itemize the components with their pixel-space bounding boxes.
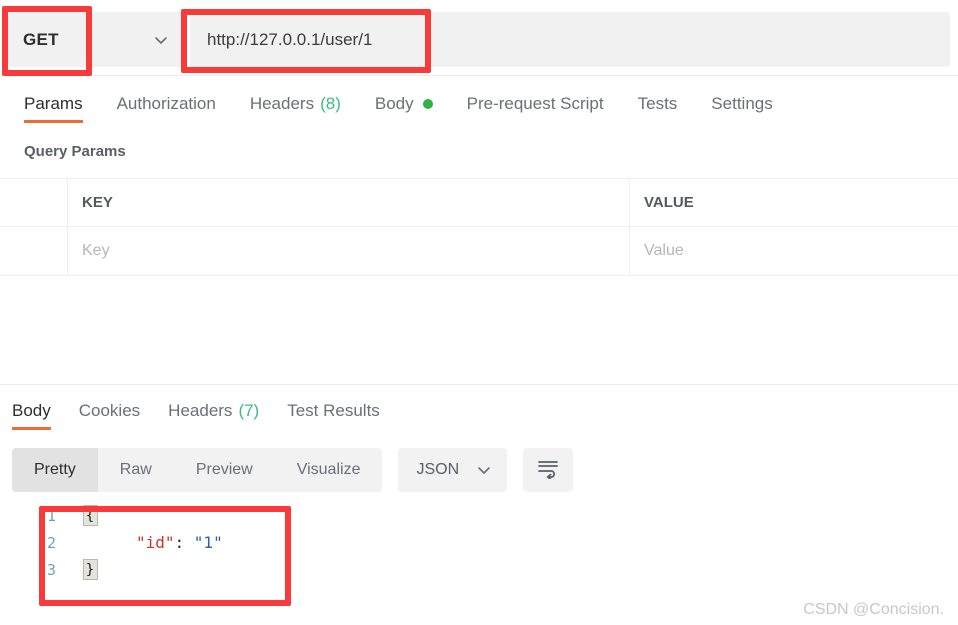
view-mode-raw[interactable]: Raw [98, 448, 174, 492]
body-present-dot-icon [422, 99, 433, 109]
view-mode-pretty[interactable]: Pretty [12, 448, 98, 492]
code-line: 1 { [0, 502, 958, 529]
tab-authorization-label: Authorization [116, 94, 216, 113]
param-key-input[interactable]: Key [68, 227, 630, 275]
response-section-divider [0, 384, 958, 385]
code-fold-toggle[interactable]: } [78, 559, 102, 580]
response-tab-cookies-label: Cookies [78, 401, 141, 420]
response-tab-body-label: Body [12, 401, 51, 420]
tab-authorization[interactable]: Authorization [117, 76, 216, 132]
query-params-table: KEY VALUE Key Value [0, 178, 958, 276]
chevron-down-icon[interactable] [475, 461, 493, 479]
tab-tests-label: Tests [637, 94, 678, 113]
view-mode-preview[interactable]: Preview [174, 448, 275, 492]
response-tab-headers-label: Headers [168, 401, 233, 420]
response-format-select[interactable]: JSON [398, 448, 508, 492]
tab-params[interactable]: Params [24, 76, 83, 132]
response-view-mode-group: Pretty Raw Preview Visualize [12, 448, 383, 492]
http-method-select[interactable]: GET [8, 12, 183, 67]
json-colon: : [174, 533, 194, 552]
select-all-cell [0, 179, 68, 226]
response-tab-headers[interactable]: Headers (7) [168, 386, 259, 436]
tab-params-label: Params [24, 94, 83, 113]
table-row[interactable]: Key Value [0, 227, 958, 276]
response-tab-test-results[interactable]: Test Results [287, 386, 380, 436]
chevron-down-icon[interactable] [152, 31, 170, 49]
wrap-lines-icon [536, 457, 560, 484]
tab-pre-request-script[interactable]: Pre-request Script [467, 76, 604, 132]
line-number: 3 [46, 560, 56, 579]
http-method-label: GET [23, 29, 59, 49]
watermark: CSDN @Concision. [803, 601, 944, 618]
line-number: 1 [46, 506, 56, 525]
view-mode-visualize[interactable]: Visualize [275, 448, 383, 492]
response-tab-test-results-label: Test Results [287, 401, 380, 420]
url-input[interactable]: http://127.0.0.1/user/1 [190, 12, 950, 67]
code-fold-toggle[interactable]: { [78, 505, 102, 526]
response-tab-headers-count: (7) [238, 401, 260, 420]
tab-settings-label: Settings [711, 94, 773, 113]
tab-tests[interactable]: Tests [638, 76, 678, 132]
param-value-input[interactable]: Value [630, 227, 958, 275]
column-header-value: VALUE [644, 194, 694, 211]
json-value: "1" [193, 533, 223, 552]
wrap-lines-button[interactable] [523, 448, 574, 492]
code-line: 2 "id": "1" [0, 529, 958, 556]
request-tab-bar: Params Authorization Headers (8) Body Pr… [0, 76, 958, 134]
line-number: 2 [46, 533, 56, 552]
close-brace-fold-icon: } [82, 559, 98, 580]
column-header-key: KEY [68, 179, 630, 226]
tab-headers-count: (8) [320, 94, 341, 113]
response-body-code-viewer[interactable]: 1 { 2 "id": "1" 3 } [0, 502, 958, 612]
tab-body-label: Body [374, 94, 414, 113]
tab-headers[interactable]: Headers (8) [250, 76, 341, 132]
code-line: 3 } [0, 556, 958, 583]
response-format-label: JSON [416, 461, 460, 478]
open-brace-fold-icon: { [82, 505, 98, 526]
response-tab-body[interactable]: Body [12, 386, 51, 436]
response-view-toolbar: Pretty Raw Preview Visualize JSON [0, 446, 958, 494]
query-params-title: Query Params [24, 143, 126, 160]
response-tab-bar: Body Cookies Headers (7) Test Results [0, 386, 958, 438]
tab-settings[interactable]: Settings [711, 76, 772, 132]
response-tab-cookies[interactable]: Cookies [79, 386, 140, 436]
code-line-content: "id": "1" [102, 533, 223, 552]
tab-pre-request-script-label: Pre-request Script [466, 94, 604, 113]
request-url-bar: GET http://127.0.0.1/user/1 [0, 0, 958, 76]
table-header-row: KEY VALUE [0, 178, 958, 227]
tab-headers-label: Headers [249, 94, 315, 113]
json-key: "id" [136, 533, 175, 552]
postman-request-response-view: GET http://127.0.0.1/user/1 Params Autho… [0, 0, 958, 625]
row-checkbox-cell[interactable] [0, 227, 68, 275]
tab-body[interactable]: Body [375, 76, 433, 132]
